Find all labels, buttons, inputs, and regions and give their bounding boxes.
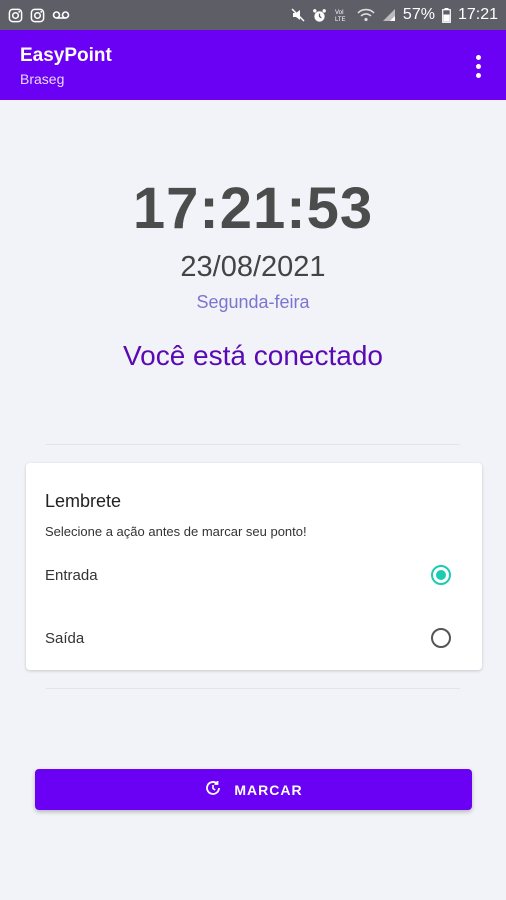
battery-percent: 57%: [402, 6, 435, 23]
reminder-description: Selecione a ação antes de marcar seu pon…: [45, 524, 307, 539]
marcar-button[interactable]: MARCAR: [35, 769, 472, 810]
voicemail-icon: [52, 9, 70, 21]
svg-text:VoI: VoI: [335, 10, 344, 16]
connection-status: Você está conectado: [123, 340, 383, 371]
mute-icon: [291, 8, 305, 22]
option-saida-label[interactable]: Saída: [45, 630, 84, 647]
status-bar-left: [8, 8, 70, 23]
instagram-icon: [30, 8, 45, 23]
clock-time: 17:21:53: [132, 176, 374, 241]
app-title: EasyPoint: [20, 45, 112, 66]
signal-icon: [382, 8, 396, 22]
marcar-button-label: MARCAR: [234, 781, 303, 798]
svg-text:LTE: LTE: [335, 17, 346, 23]
divider-top: [46, 444, 460, 445]
wifi-icon: [357, 8, 375, 22]
reminder-title: Lembrete: [45, 491, 122, 511]
alarm-icon: [312, 8, 327, 23]
clock-date: 23/08/2021: [180, 251, 326, 283]
option-saida-radio[interactable]: [431, 628, 451, 648]
volte-icon: VoI LTE: [334, 8, 350, 23]
clock-refresh-icon: [204, 779, 222, 800]
status-bar-right: VoI LTE 57% 17:21: [291, 6, 498, 24]
app-bar: EasyPoint Braseg: [0, 30, 506, 100]
divider-bottom: [46, 688, 460, 689]
status-time: 17:21: [457, 6, 498, 23]
option-entrada-radio[interactable]: [431, 565, 451, 585]
option-entrada-label[interactable]: Entrada: [45, 567, 98, 584]
clock-weekday: Segunda-feira: [196, 292, 310, 312]
battery-icon: [442, 7, 451, 23]
more-vert-icon[interactable]: [468, 52, 488, 80]
status-bar: VoI LTE 57% 17:21: [0, 0, 506, 30]
reminder-card: Lembrete Selecione a ação antes de marca…: [26, 463, 482, 670]
app-subtitle: Braseg: [20, 71, 65, 87]
instagram-icon: [8, 8, 23, 23]
